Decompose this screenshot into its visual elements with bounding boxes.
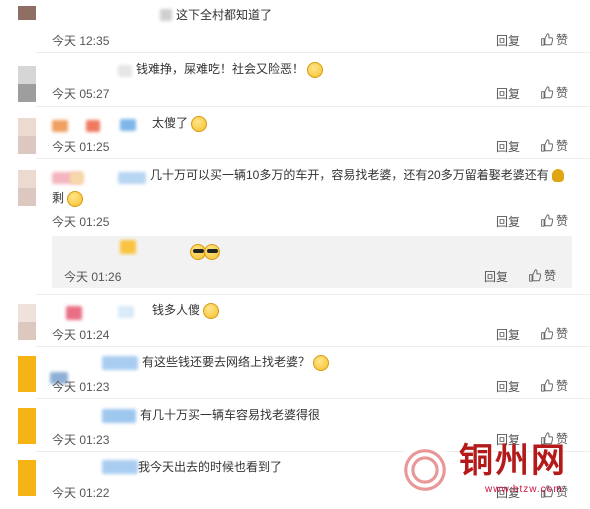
comment-text-body: 钱难挣，屎难吃！社会又险恶！ bbox=[136, 62, 305, 76]
username[interactable] bbox=[86, 120, 100, 132]
thumbs-up-icon bbox=[541, 86, 553, 99]
reply-button[interactable]: 回复 bbox=[484, 268, 508, 285]
reply-button[interactable]: 回复 bbox=[496, 138, 520, 155]
username[interactable] bbox=[160, 9, 172, 21]
like-label: 赞 bbox=[556, 379, 569, 393]
username[interactable] bbox=[118, 65, 132, 77]
comment-text: 太傻了 bbox=[152, 114, 208, 132]
comment-text-body: 太傻了 bbox=[152, 116, 189, 130]
divider bbox=[36, 346, 590, 347]
username[interactable] bbox=[118, 306, 134, 318]
reply-button[interactable]: 回复 bbox=[496, 85, 520, 102]
comment-time: 今天 05:27 bbox=[52, 87, 110, 101]
like-button[interactable]: 赞 bbox=[540, 212, 568, 229]
like-button[interactable]: 赞 bbox=[540, 377, 568, 394]
username[interactable] bbox=[120, 240, 136, 254]
sunglasses-emoji-icon bbox=[204, 244, 220, 260]
money-bag-icon bbox=[552, 169, 565, 183]
like-label: 赞 bbox=[556, 214, 569, 228]
comment-text: 钱多人傻 bbox=[152, 301, 220, 319]
divider bbox=[36, 158, 590, 159]
reply-button[interactable]: 回复 bbox=[496, 378, 520, 395]
username[interactable] bbox=[118, 172, 146, 184]
thumbs-up-icon bbox=[541, 139, 553, 152]
divider bbox=[36, 52, 590, 53]
like-button[interactable]: 赞 bbox=[540, 137, 568, 154]
laugh-emoji-icon bbox=[191, 115, 208, 132]
like-label: 赞 bbox=[556, 86, 569, 100]
watermark-logo-icon bbox=[397, 442, 453, 498]
comment-time: 今天 01:23 bbox=[52, 433, 110, 447]
username[interactable] bbox=[66, 306, 82, 320]
comment-text: 这下全村都知道了 bbox=[176, 8, 273, 22]
comment-text-continued: 剩 bbox=[52, 189, 84, 207]
comment-text: 有几十万买一辆车容易找老婆得很 bbox=[140, 408, 321, 422]
avatar[interactable] bbox=[18, 118, 36, 154]
reply-emojis bbox=[190, 244, 220, 260]
thumbs-up-icon bbox=[541, 33, 553, 46]
avatar[interactable] bbox=[18, 460, 36, 496]
like-label: 赞 bbox=[556, 139, 569, 153]
username[interactable] bbox=[102, 460, 138, 474]
comment-text: 几十万可以买一辆10多万的车开，容易找老婆，还有20多万留着娶老婆还有 bbox=[150, 166, 565, 184]
comment-time: 今天 01:25 bbox=[52, 215, 110, 229]
like-label: 赞 bbox=[556, 33, 569, 47]
thumbs-up-icon bbox=[529, 269, 541, 282]
comment-text: 钱难挣，屎难吃！社会又险恶！ bbox=[136, 60, 324, 78]
watermark-url: www.btzw.com bbox=[485, 484, 563, 495]
laugh-emoji-icon bbox=[67, 190, 84, 207]
like-button[interactable]: 赞 bbox=[540, 325, 568, 342]
comment-text-body: 剩 bbox=[52, 191, 65, 205]
username[interactable] bbox=[70, 172, 84, 184]
username[interactable] bbox=[52, 120, 68, 132]
avatar[interactable] bbox=[18, 304, 36, 340]
comment-text-body: 几十万可以买一辆10多万的车开，容易找老婆，还有20多万留着娶老婆还有 bbox=[150, 168, 549, 182]
comment-time: 今天 01:23 bbox=[52, 380, 110, 394]
like-label: 赞 bbox=[556, 327, 569, 341]
divider bbox=[36, 106, 590, 107]
surprised-emoji-icon bbox=[313, 354, 330, 371]
comment-time: 今天 01:24 bbox=[52, 328, 110, 342]
avatar[interactable] bbox=[18, 66, 36, 102]
comment-time: 今天 01:22 bbox=[52, 486, 110, 500]
comment-text: 我今天出去的时候也看到了 bbox=[138, 460, 283, 474]
avatar[interactable] bbox=[18, 356, 36, 392]
reply-button[interactable]: 回复 bbox=[496, 213, 520, 230]
username[interactable] bbox=[102, 409, 136, 423]
thinking-emoji-icon bbox=[203, 302, 220, 319]
like-button[interactable]: 赞 bbox=[540, 84, 568, 101]
comment-time: 今天 01:26 bbox=[64, 270, 122, 284]
comment-time: 今天 01:25 bbox=[52, 140, 110, 154]
thumbs-up-icon bbox=[541, 214, 553, 227]
avatar[interactable] bbox=[18, 6, 36, 34]
comment-text-body: 钱多人傻 bbox=[152, 303, 201, 317]
reply-button[interactable]: 回复 bbox=[496, 32, 520, 49]
like-label: 赞 bbox=[544, 269, 557, 283]
divider bbox=[36, 294, 590, 295]
username[interactable] bbox=[102, 356, 138, 370]
comment-time: 今天 12:35 bbox=[52, 34, 110, 48]
avatar[interactable] bbox=[18, 408, 36, 444]
watermark-text: 铜州网 bbox=[459, 441, 567, 481]
reply-button[interactable]: 回复 bbox=[496, 326, 520, 343]
comment-text: 有这些钱还要去网络上找老婆？ bbox=[142, 353, 330, 371]
like-button[interactable]: 赞 bbox=[528, 267, 556, 284]
thumbs-up-icon bbox=[541, 379, 553, 392]
nested-reply: 今天 01:26 回复 赞 bbox=[52, 236, 572, 288]
divider bbox=[36, 398, 590, 399]
comment-text-body: 有这些钱还要去网络上找老婆？ bbox=[142, 355, 311, 369]
avatar[interactable] bbox=[18, 170, 36, 206]
thumbs-up-icon bbox=[541, 327, 553, 340]
crying-laugh-emoji-icon bbox=[307, 61, 324, 78]
like-button[interactable]: 赞 bbox=[540, 31, 568, 48]
site-watermark: 铜州网 www.btzw.com bbox=[397, 440, 589, 509]
username[interactable] bbox=[120, 119, 136, 131]
